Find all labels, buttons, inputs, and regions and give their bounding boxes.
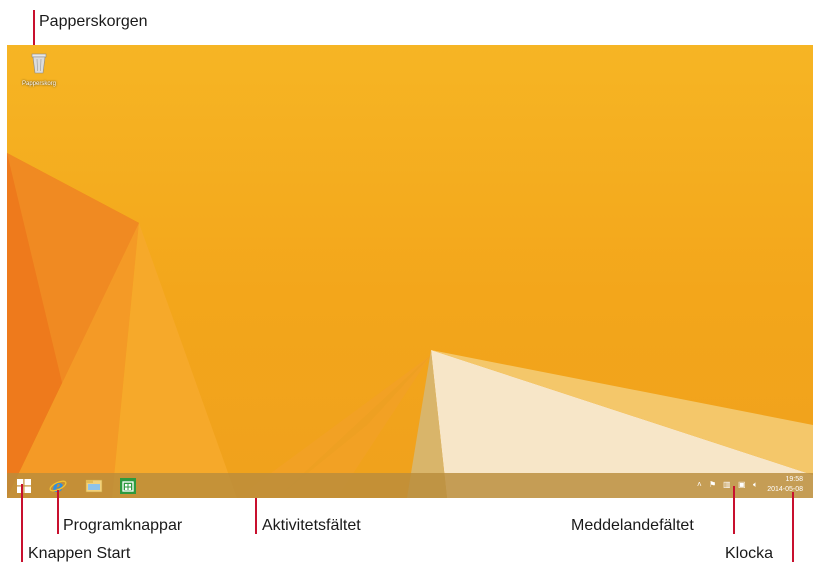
callout-line-programs	[57, 490, 59, 534]
recycle-bin-label: Papperskorg	[21, 81, 57, 87]
callout-line-taskbar	[255, 498, 257, 534]
callout-program-buttons: Programknappar	[63, 517, 183, 534]
callout-notification-area: Meddelandefältet	[571, 517, 694, 534]
windows-logo-icon	[17, 478, 31, 493]
callout-taskbar: Aktivitetsfältet	[262, 517, 361, 534]
network-icon[interactable]: ▥	[723, 480, 731, 489]
show-hidden-icons-icon[interactable]: ˄	[697, 480, 702, 489]
desktop: Papperskorg e ˄ ⚑ ▥ ▣ 🔈︎ 19:58 2014-05-0…	[7, 45, 813, 498]
callout-start-button: Knappen Start	[28, 545, 131, 562]
callout-line-notification	[733, 486, 735, 534]
recycle-bin-icon	[31, 53, 47, 74]
file-explorer-button[interactable]	[83, 475, 105, 496]
action-center-icon[interactable]: ⚑	[709, 480, 716, 489]
callout-line-clock	[792, 492, 794, 562]
wallpaper-graphic	[7, 153, 813, 498]
clock-date: 2014-05-08	[767, 486, 803, 493]
keyboard-icon[interactable]: ▣	[738, 480, 746, 489]
store-button[interactable]	[117, 475, 139, 496]
clock[interactable]: 19:58 2014-05-08	[767, 475, 803, 495]
clock-time: 19:58	[785, 476, 803, 483]
callout-clock: Klocka	[725, 545, 774, 562]
file-explorer-icon	[85, 479, 103, 493]
recycle-bin-desktop-icon[interactable]: Papperskorg	[19, 51, 59, 87]
callout-recycle-bin: Papperskorgen	[39, 13, 148, 30]
store-icon	[120, 477, 136, 494]
callout-line-start	[21, 484, 23, 562]
start-button[interactable]	[13, 475, 35, 496]
taskbar: e ˄ ⚑ ▥ ▣ 🔈︎ 19:58 2014-05-08	[7, 473, 813, 498]
volume-icon[interactable]: 🔈︎	[753, 480, 758, 490]
